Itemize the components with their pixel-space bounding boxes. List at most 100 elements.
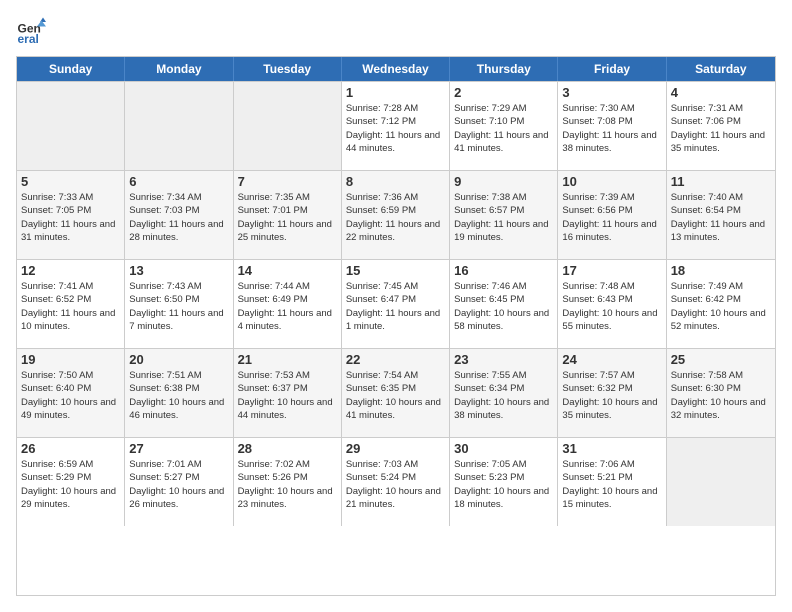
day-info: Sunrise: 7:39 AM Sunset: 6:56 PM Dayligh… bbox=[562, 191, 661, 244]
header-day-friday: Friday bbox=[558, 57, 666, 81]
day-cell-30: 30Sunrise: 7:05 AM Sunset: 5:23 PM Dayli… bbox=[450, 438, 558, 526]
day-number: 3 bbox=[562, 85, 661, 100]
day-info: Sunrise: 7:31 AM Sunset: 7:06 PM Dayligh… bbox=[671, 102, 771, 155]
day-cell-23: 23 Sunrise: 7:55 AM Sunset: 6:34 PM Dayli… bbox=[450, 349, 558, 437]
day-info: Sunrise: 7:53 AM Sunset: 6:37 PM Dayligh… bbox=[238, 369, 337, 422]
day-cell-7: 7Sunrise: 7:35 AM Sunset: 7:01 PM Daylig… bbox=[234, 171, 342, 259]
calendar-week-4: 19 Sunrise: 7:50 AM Sunset: 6:40 PM Dayli… bbox=[17, 348, 775, 437]
day-info: Sunrise: 7:51 AM Sunset: 6:38 PM Dayligh… bbox=[129, 369, 228, 422]
logo: Gen eral bbox=[16, 16, 50, 46]
day-number: 20 bbox=[129, 352, 228, 367]
day-number: 15 bbox=[346, 263, 445, 278]
day-info: Sunrise: 7:57 AM Sunset: 6:32 PM Dayligh… bbox=[562, 369, 661, 422]
day-info: Sunrise: 7:41 AM Sunset: 6:52 PM Dayligh… bbox=[21, 280, 120, 333]
calendar-week-3: 12 Sunrise: 7:41 AM Sunset: 6:52 PM Dayli… bbox=[17, 259, 775, 348]
day-info: Sunrise: 7:28 AM Sunset: 7:12 PM Dayligh… bbox=[346, 102, 445, 155]
header-day-wednesday: Wednesday bbox=[342, 57, 450, 81]
day-cell-28: 28Sunrise: 7:02 AM Sunset: 5:26 PM Dayli… bbox=[234, 438, 342, 526]
day-cell-5: 5 Sunrise: 7:33 AM Sunset: 7:05 PM Daylig… bbox=[17, 171, 125, 259]
day-number: 26 bbox=[21, 441, 120, 456]
day-info: Sunrise: 7:35 AM Sunset: 7:01 PM Dayligh… bbox=[238, 191, 337, 244]
day-info: Sunrise: 7:33 AM Sunset: 7:05 PM Dayligh… bbox=[21, 191, 120, 244]
day-info: Sunrise: 7:06 AM Sunset: 5:21 PM Dayligh… bbox=[562, 458, 661, 511]
day-cell-22: 22 Sunrise: 7:54 AM Sunset: 6:35 PM Dayli… bbox=[342, 349, 450, 437]
day-info: Sunrise: 7:01 AM Sunset: 5:27 PM Dayligh… bbox=[129, 458, 228, 511]
header-day-saturday: Saturday bbox=[667, 57, 775, 81]
day-cell-29: 29 Sunrise: 7:03 AM Sunset: 5:24 PM Dayli… bbox=[342, 438, 450, 526]
day-number: 9 bbox=[454, 174, 553, 189]
day-info: Sunrise: 7:05 AM Sunset: 5:23 PM Dayligh… bbox=[454, 458, 553, 511]
day-info: Sunrise: 7:02 AM Sunset: 5:26 PM Dayligh… bbox=[238, 458, 337, 511]
day-info: Sunrise: 7:03 AM Sunset: 5:24 PM Dayligh… bbox=[346, 458, 445, 511]
day-cell-10: 10 Sunrise: 7:39 AM Sunset: 6:56 PM Dayli… bbox=[558, 171, 666, 259]
day-info: Sunrise: 7:43 AM Sunset: 6:50 PM Dayligh… bbox=[129, 280, 228, 333]
day-info: Sunrise: 7:55 AM Sunset: 6:34 PM Dayligh… bbox=[454, 369, 553, 422]
empty-cell bbox=[17, 82, 125, 170]
day-cell-21: 21 Sunrise: 7:53 AM Sunset: 6:37 PM Dayli… bbox=[234, 349, 342, 437]
header-day-sunday: Sunday bbox=[17, 57, 125, 81]
day-number: 2 bbox=[454, 85, 553, 100]
day-cell-3: 3 Sunrise: 7:30 AM Sunset: 7:08 PM Daylig… bbox=[558, 82, 666, 170]
calendar-body: 1 Sunrise: 7:28 AM Sunset: 7:12 PM Daylig… bbox=[17, 81, 775, 526]
logo-icon: Gen eral bbox=[16, 16, 46, 46]
day-cell-14: 14 Sunrise: 7:44 AM Sunset: 6:49 PM Dayli… bbox=[234, 260, 342, 348]
calendar-week-5: 26Sunrise: 6:59 AM Sunset: 5:29 PM Dayli… bbox=[17, 437, 775, 526]
day-info: Sunrise: 7:45 AM Sunset: 6:47 PM Dayligh… bbox=[346, 280, 445, 333]
day-number: 29 bbox=[346, 441, 445, 456]
day-number: 13 bbox=[129, 263, 228, 278]
day-cell-11: 11Sunrise: 7:40 AM Sunset: 6:54 PM Dayli… bbox=[667, 171, 775, 259]
day-cell-25: 25 Sunrise: 7:58 AM Sunset: 6:30 PM Dayli… bbox=[667, 349, 775, 437]
day-info: Sunrise: 7:29 AM Sunset: 7:10 PM Dayligh… bbox=[454, 102, 553, 155]
day-number: 31 bbox=[562, 441, 661, 456]
day-info: Sunrise: 7:50 AM Sunset: 6:40 PM Dayligh… bbox=[21, 369, 120, 422]
day-number: 17 bbox=[562, 263, 661, 278]
day-cell-12: 12 Sunrise: 7:41 AM Sunset: 6:52 PM Dayli… bbox=[17, 260, 125, 348]
calendar: SundayMondayTuesdayWednesdayThursdayFrid… bbox=[16, 56, 776, 596]
empty-cell bbox=[234, 82, 342, 170]
day-cell-26: 26Sunrise: 6:59 AM Sunset: 5:29 PM Dayli… bbox=[17, 438, 125, 526]
day-number: 4 bbox=[671, 85, 771, 100]
day-number: 18 bbox=[671, 263, 771, 278]
day-info: Sunrise: 7:49 AM Sunset: 6:42 PM Dayligh… bbox=[671, 280, 771, 333]
day-cell-20: 20 Sunrise: 7:51 AM Sunset: 6:38 PM Dayli… bbox=[125, 349, 233, 437]
day-info: Sunrise: 7:30 AM Sunset: 7:08 PM Dayligh… bbox=[562, 102, 661, 155]
calendar-week-2: 5 Sunrise: 7:33 AM Sunset: 7:05 PM Daylig… bbox=[17, 170, 775, 259]
day-number: 16 bbox=[454, 263, 553, 278]
day-number: 21 bbox=[238, 352, 337, 367]
day-info: Sunrise: 7:34 AM Sunset: 7:03 PM Dayligh… bbox=[129, 191, 228, 244]
day-cell-2: 2 Sunrise: 7:29 AM Sunset: 7:10 PM Daylig… bbox=[450, 82, 558, 170]
day-number: 14 bbox=[238, 263, 337, 278]
calendar-page: Gen eral SundayMondayTuesdayWednesdayThu… bbox=[0, 0, 792, 612]
day-number: 19 bbox=[21, 352, 120, 367]
day-number: 8 bbox=[346, 174, 445, 189]
header-day-thursday: Thursday bbox=[450, 57, 558, 81]
header-day-tuesday: Tuesday bbox=[234, 57, 342, 81]
day-cell-27: 27 Sunrise: 7:01 AM Sunset: 5:27 PM Dayli… bbox=[125, 438, 233, 526]
day-cell-6: 6 Sunrise: 7:34 AM Sunset: 7:03 PM Daylig… bbox=[125, 171, 233, 259]
day-number: 5 bbox=[21, 174, 120, 189]
day-cell-9: 9Sunrise: 7:38 AM Sunset: 6:57 PM Daylig… bbox=[450, 171, 558, 259]
empty-cell bbox=[125, 82, 233, 170]
day-info: Sunrise: 7:58 AM Sunset: 6:30 PM Dayligh… bbox=[671, 369, 771, 422]
day-info: Sunrise: 7:48 AM Sunset: 6:43 PM Dayligh… bbox=[562, 280, 661, 333]
day-cell-31: 31 Sunrise: 7:06 AM Sunset: 5:21 PM Dayli… bbox=[558, 438, 666, 526]
day-number: 12 bbox=[21, 263, 120, 278]
day-number: 10 bbox=[562, 174, 661, 189]
day-number: 6 bbox=[129, 174, 228, 189]
day-cell-8: 8Sunrise: 7:36 AM Sunset: 6:59 PM Daylig… bbox=[342, 171, 450, 259]
day-number: 11 bbox=[671, 174, 771, 189]
day-cell-16: 16Sunrise: 7:46 AM Sunset: 6:45 PM Dayli… bbox=[450, 260, 558, 348]
day-info: Sunrise: 7:54 AM Sunset: 6:35 PM Dayligh… bbox=[346, 369, 445, 422]
day-number: 24 bbox=[562, 352, 661, 367]
day-number: 25 bbox=[671, 352, 771, 367]
day-cell-15: 15 Sunrise: 7:45 AM Sunset: 6:47 PM Dayli… bbox=[342, 260, 450, 348]
day-number: 22 bbox=[346, 352, 445, 367]
day-number: 27 bbox=[129, 441, 228, 456]
day-info: Sunrise: 7:44 AM Sunset: 6:49 PM Dayligh… bbox=[238, 280, 337, 333]
day-number: 23 bbox=[454, 352, 553, 367]
day-cell-19: 19 Sunrise: 7:50 AM Sunset: 6:40 PM Dayli… bbox=[17, 349, 125, 437]
calendar-header: SundayMondayTuesdayWednesdayThursdayFrid… bbox=[17, 57, 775, 81]
header-day-monday: Monday bbox=[125, 57, 233, 81]
day-cell-17: 17 Sunrise: 7:48 AM Sunset: 6:43 PM Dayli… bbox=[558, 260, 666, 348]
day-number: 1 bbox=[346, 85, 445, 100]
